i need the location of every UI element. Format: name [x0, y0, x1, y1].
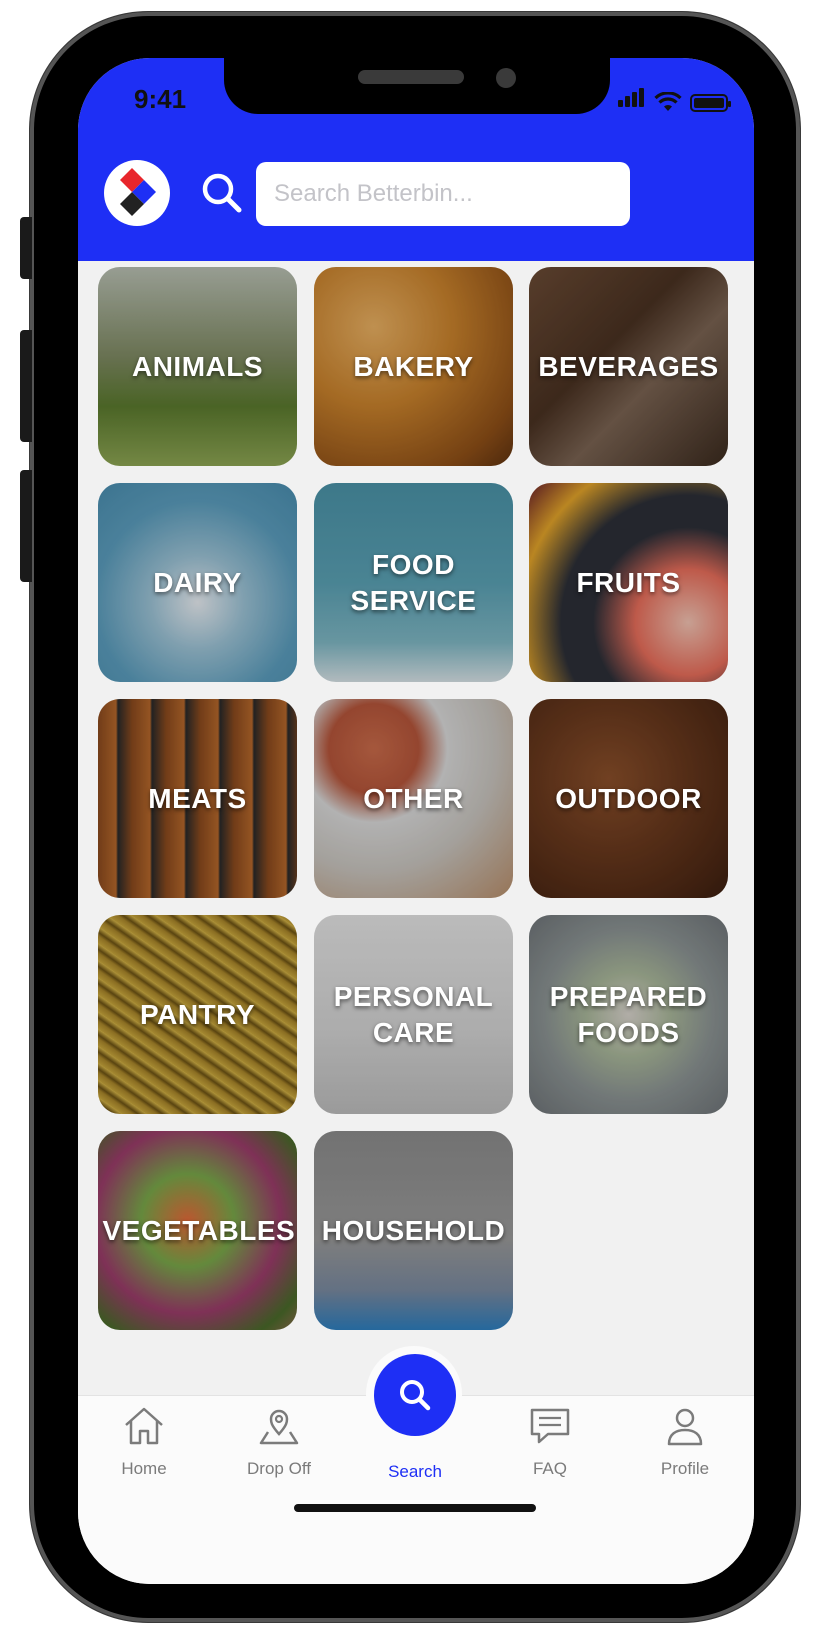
category-label: FOOD SERVICE [350, 548, 477, 616]
category-tile-dairy[interactable]: DAIRY [98, 483, 297, 682]
chat-icon [530, 1408, 570, 1444]
volume-up-button [20, 330, 32, 442]
tab-faq[interactable]: FAQ [500, 1406, 600, 1479]
user-icon [667, 1408, 703, 1446]
tab-label: FAQ [532, 1459, 567, 1478]
status-icons [618, 88, 731, 112]
category-label: MEATS [148, 782, 247, 814]
app-screen: 9:41 Search Betterbin... ANIMALS BAKERY … [78, 58, 754, 1584]
category-tile-fruits[interactable]: FRUITS [529, 483, 728, 682]
search-icon [400, 1380, 431, 1411]
tab-search[interactable]: Search [365, 1454, 465, 1482]
speaker-grille [358, 70, 464, 84]
category-label: BEVERAGES [538, 350, 719, 382]
tab-label: Drop Off [247, 1459, 311, 1478]
category-tile-personal-care[interactable]: PERSONAL CARE [314, 915, 513, 1114]
mute-switch [20, 217, 32, 279]
category-label: DAIRY [153, 566, 242, 598]
tab-drop-off[interactable]: Drop Off [229, 1406, 329, 1479]
search-icon[interactable] [200, 171, 244, 220]
map-pin-icon [259, 1409, 299, 1445]
cellular-signal-icon [618, 88, 646, 112]
wifi-icon [654, 92, 682, 111]
category-label: FRUITS [576, 566, 681, 598]
category-label: VEGETABLES [102, 1214, 296, 1246]
category-label: OTHER [363, 782, 464, 814]
bottom-tab-bar: Home Drop Off Search FAQ Profile [78, 1346, 754, 1584]
notch [224, 58, 610, 114]
category-tile-other[interactable]: OTHER [314, 699, 513, 898]
search-fab-button[interactable] [374, 1354, 456, 1436]
category-tile-pantry[interactable]: PANTRY [98, 915, 297, 1114]
tab-label: Search [388, 1462, 442, 1481]
tab-profile[interactable]: Profile [635, 1406, 735, 1479]
category-tile-food-service[interactable]: FOOD SERVICE [314, 483, 513, 682]
status-time: 9:41 [134, 84, 187, 114]
search-input[interactable] [256, 162, 630, 226]
front-camera [496, 68, 516, 88]
category-tile-household[interactable]: HOUSEHOLD [314, 1131, 513, 1330]
category-tile-beverages[interactable]: BEVERAGES [529, 267, 728, 466]
category-label: OUTDOOR [555, 782, 702, 814]
category-label: BAKERY [353, 350, 474, 382]
category-label: PERSONAL CARE [333, 980, 494, 1048]
home-icon [125, 1407, 163, 1445]
volume-down-button [20, 470, 32, 582]
category-label: PREPARED FOODS [549, 980, 708, 1048]
category-tile-bakery[interactable]: BAKERY [314, 267, 513, 466]
category-tile-meats[interactable]: MEATS [98, 699, 297, 898]
category-label: ANIMALS [131, 350, 264, 382]
home-indicator [294, 1504, 536, 1512]
category-tile-animals[interactable]: ANIMALS [98, 267, 297, 466]
category-label: HOUSEHOLD [321, 1214, 506, 1246]
betterbin-logo[interactable] [104, 160, 170, 226]
tab-label: Home [121, 1459, 167, 1478]
tab-label: Profile [660, 1459, 710, 1478]
battery-icon [690, 94, 731, 112]
category-label: PANTRY [140, 998, 255, 1030]
app-header: 9:41 [78, 58, 754, 261]
category-tile-prepared-foods[interactable]: PREPARED FOODS [529, 915, 728, 1114]
tab-home[interactable]: Home [94, 1406, 194, 1479]
category-tile-outdoor[interactable]: OUTDOOR [529, 699, 728, 898]
category-tile-vegetables[interactable]: VEGETABLES [98, 1131, 297, 1330]
